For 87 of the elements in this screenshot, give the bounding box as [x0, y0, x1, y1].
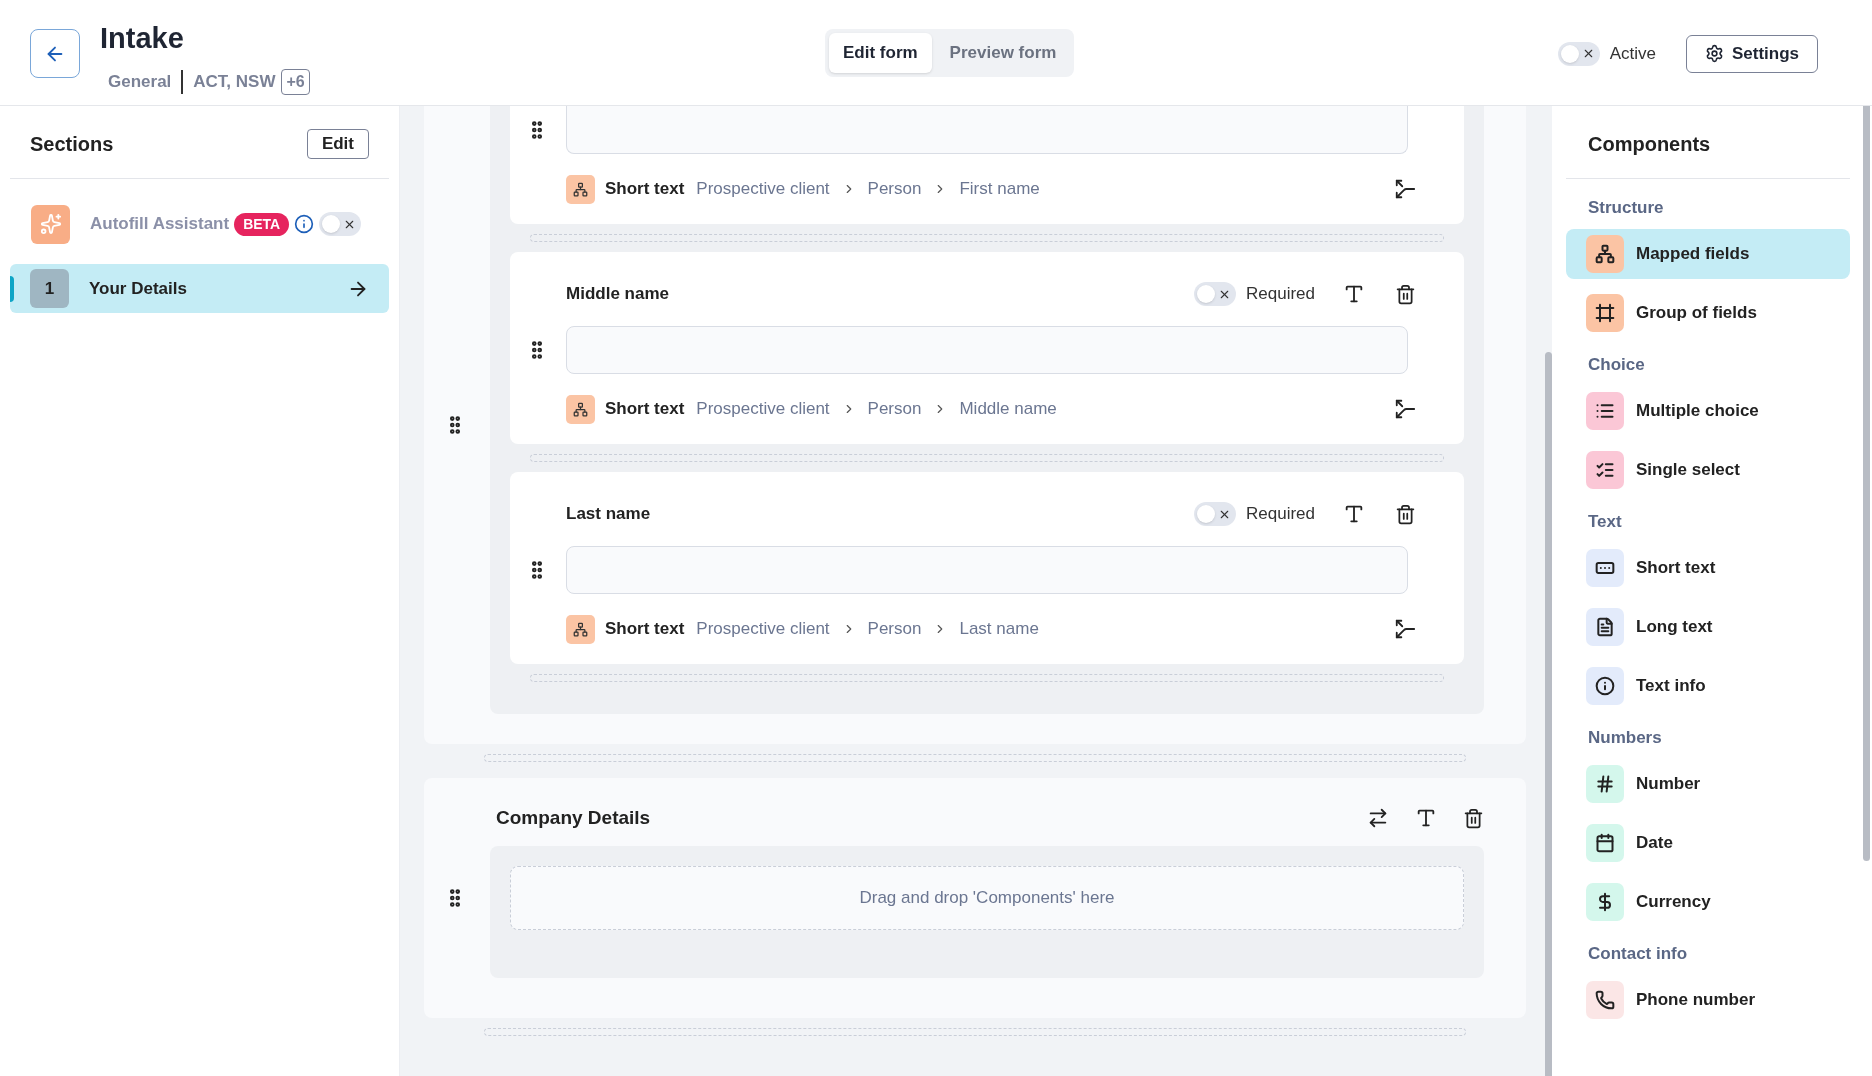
component-item[interactable]: Multiple choice — [1566, 386, 1850, 436]
component-label: Phone number — [1636, 989, 1755, 1012]
group-heading: Contact info — [1587, 943, 1689, 965]
sidebar-title: Sections — [30, 132, 114, 157]
field-type: Short text — [605, 398, 685, 421]
component-item[interactable]: Group of fields — [1566, 288, 1850, 338]
settings-button[interactable]: Settings — [1685, 34, 1818, 73]
component-label: Currency — [1636, 891, 1711, 914]
delete-icon[interactable] — [1395, 503, 1416, 525]
hierarchy-icon — [566, 174, 595, 204]
toggle-switch[interactable] — [1194, 282, 1236, 306]
active-label: Active — [1609, 42, 1656, 65]
component-item[interactable]: Mapped fields — [1566, 229, 1850, 279]
mapping-path-item: Prospective client — [696, 178, 830, 201]
view-tab[interactable]: Preview form — [935, 33, 1071, 73]
branch-icon[interactable] — [1394, 618, 1416, 640]
swap-icon[interactable] — [1367, 807, 1389, 829]
view-tab[interactable]: Edit form — [829, 33, 932, 73]
hierarchy-icon — [566, 394, 595, 424]
component-item[interactable]: Currency — [1566, 877, 1850, 927]
count-badge[interactable]: +6 — [281, 68, 310, 95]
mapping-path-item: Prospective client — [696, 618, 830, 641]
section-label: Your Details — [89, 277, 187, 300]
hierarchy-icon — [566, 614, 595, 644]
edit-button[interactable]: Edit — [306, 129, 369, 159]
component-label: Multiple choice — [1636, 400, 1759, 423]
field-type: Short text — [605, 618, 685, 641]
drop-zone[interactable]: Drag and drop 'Components' here — [510, 866, 1464, 930]
mapping-path-item: Person — [867, 178, 922, 201]
component-item[interactable]: Long text — [1566, 602, 1850, 652]
beta-badge: BETA — [234, 212, 290, 236]
category-label: General — [108, 70, 172, 93]
autofill-label: Autofill Assistant — [90, 213, 230, 236]
component-item[interactable]: Text info — [1566, 661, 1850, 711]
component-item[interactable]: Date — [1566, 818, 1850, 868]
mapping-path-item: Prospective client — [696, 398, 830, 421]
mapping-path-item: Person — [867, 618, 922, 641]
required-label: Required — [1246, 283, 1315, 306]
toggle-switch[interactable] — [1557, 41, 1600, 66]
text-format-icon[interactable] — [1343, 283, 1365, 305]
toggle-switch[interactable] — [319, 212, 362, 236]
component-item[interactable]: Number — [1566, 759, 1850, 809]
delete-icon[interactable] — [1395, 283, 1416, 305]
field-label: Middle name — [566, 283, 669, 306]
mapping-path-item: Middle name — [959, 398, 1057, 421]
form-title: Intake — [100, 21, 185, 56]
scrollbar[interactable] — [1863, 106, 1870, 861]
component-label: Single select — [1636, 459, 1740, 482]
section-title: Company Details — [496, 805, 651, 830]
mapping-path-item: First name — [959, 178, 1040, 201]
info-icon[interactable] — [294, 214, 315, 234]
sparkle-icon — [31, 204, 70, 244]
settings-icon — [1704, 44, 1724, 63]
text-input-field[interactable] — [566, 546, 1408, 594]
text-input-field[interactable] — [566, 106, 1408, 154]
mapping-path-item: Person — [867, 398, 922, 421]
component-label: Number — [1636, 773, 1701, 796]
component-item[interactable]: Single select — [1566, 445, 1850, 495]
toggle-switch[interactable] — [1194, 502, 1236, 526]
group-heading: Choice — [1587, 354, 1646, 376]
component-item[interactable]: Short text — [1566, 543, 1850, 593]
group-heading: Structure — [1587, 197, 1665, 219]
component-label: Short text — [1636, 557, 1716, 580]
mapping-path-item: Last name — [959, 618, 1039, 641]
text-input-field[interactable] — [566, 326, 1408, 374]
back-button[interactable] — [30, 29, 80, 78]
component-item[interactable]: Phone number — [1566, 975, 1850, 1025]
component-label: Mapped fields — [1636, 243, 1750, 266]
branch-icon[interactable] — [1394, 178, 1416, 200]
field-type: Short text — [605, 178, 685, 201]
component-label: Long text — [1636, 616, 1713, 639]
panel-title: Components — [1588, 132, 1711, 157]
section-item[interactable]: 1 Your Details — [10, 264, 389, 313]
scrollbar[interactable] — [1545, 352, 1552, 1076]
component-label: Date — [1636, 832, 1673, 855]
section-number: 1 — [30, 269, 69, 308]
text-format-icon[interactable] — [1415, 807, 1437, 829]
delete-icon[interactable] — [1463, 807, 1484, 829]
branch-icon[interactable] — [1394, 398, 1416, 420]
component-label: Text info — [1636, 675, 1706, 698]
group-heading: Text — [1587, 511, 1623, 533]
group-heading: Numbers — [1587, 727, 1663, 749]
regions-label: ACT, NSW — [193, 70, 276, 93]
required-label: Required — [1246, 503, 1315, 526]
text-format-icon[interactable] — [1343, 503, 1365, 525]
field-label: Last name — [566, 503, 651, 526]
component-label: Group of fields — [1636, 302, 1757, 325]
